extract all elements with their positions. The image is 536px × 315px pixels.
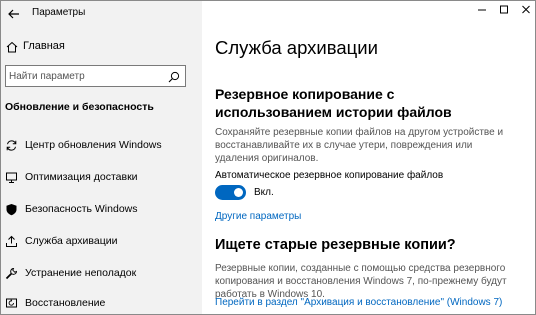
auto-backup-label: Автоматическое резервное копирование фай…	[215, 170, 444, 181]
sidebar-item-label: Устранение неполадок	[25, 267, 137, 279]
sidebar-item-recovery[interactable]: Восстановление	[1, 292, 202, 314]
sidebar-item-label: Безопасность Windows	[25, 203, 138, 215]
sidebar-item-troubleshoot[interactable]: Устранение неполадок	[1, 262, 202, 286]
title-bar: Параметры	[1, 1, 202, 27]
window-title: Параметры	[32, 7, 86, 18]
settings-window: Параметры Главная Обновление и безопасно…	[0, 0, 536, 315]
delivery-optimization-icon	[5, 171, 18, 184]
nav-home-label: Главная	[23, 40, 65, 52]
page-title: Служба архивации	[215, 37, 378, 58]
file-history-description: Сохраняйте резервные копии файлов на дру…	[215, 127, 504, 164]
recovery-icon	[5, 297, 18, 310]
sidebar-item-delivery-optimization[interactable]: Оптимизация доставки	[1, 166, 202, 190]
more-options-link[interactable]: Другие параметры	[215, 211, 301, 222]
sidebar-item-backup[interactable]: Служба архивации	[1, 230, 202, 254]
wrench-icon	[5, 267, 18, 280]
nav-home[interactable]: Главная	[1, 36, 202, 58]
toggle-knob	[234, 188, 243, 197]
back-arrow-icon[interactable]	[6, 6, 22, 22]
section-heading: Обновление и безопасность	[5, 101, 154, 113]
minimize-icon[interactable]	[471, 1, 493, 19]
close-icon[interactable]	[515, 1, 535, 19]
search-input[interactable]	[9, 69, 159, 83]
maximize-icon[interactable]	[493, 1, 515, 19]
sidebar-item-label: Оптимизация доставки	[25, 171, 138, 183]
sidebar-item-label: Центр обновления Windows	[25, 139, 162, 151]
auto-backup-state: Вкл.	[254, 187, 274, 198]
auto-backup-toggle[interactable]	[215, 185, 246, 200]
search-box[interactable]	[5, 65, 186, 87]
shield-icon	[5, 203, 18, 216]
sidebar-item-windows-update[interactable]: Центр обновления Windows	[1, 134, 202, 158]
sidebar-item-label: Служба архивации	[25, 235, 118, 247]
search-icon[interactable]	[168, 70, 180, 83]
win7-backup-link[interactable]: Перейти в раздел "Архивация и восстановл…	[215, 297, 502, 308]
file-history-heading: Резервное копирование с использованием и…	[215, 86, 452, 120]
old-backups-heading: Ищете старые резервные копии?	[215, 237, 456, 253]
sidebar-item-windows-security[interactable]: Безопасность Windows	[1, 198, 202, 222]
sidebar-item-label: Восстановление	[25, 297, 106, 309]
backup-icon	[5, 235, 18, 248]
old-backups-description: Резервные копии, созданные с помощью сре…	[215, 263, 507, 300]
window-controls	[471, 1, 535, 23]
main-content: Служба архивации Резервное копирование с…	[202, 1, 535, 314]
sidebar: Параметры Главная Обновление и безопасно…	[1, 1, 202, 314]
home-icon	[5, 40, 19, 54]
sync-icon	[5, 139, 18, 152]
